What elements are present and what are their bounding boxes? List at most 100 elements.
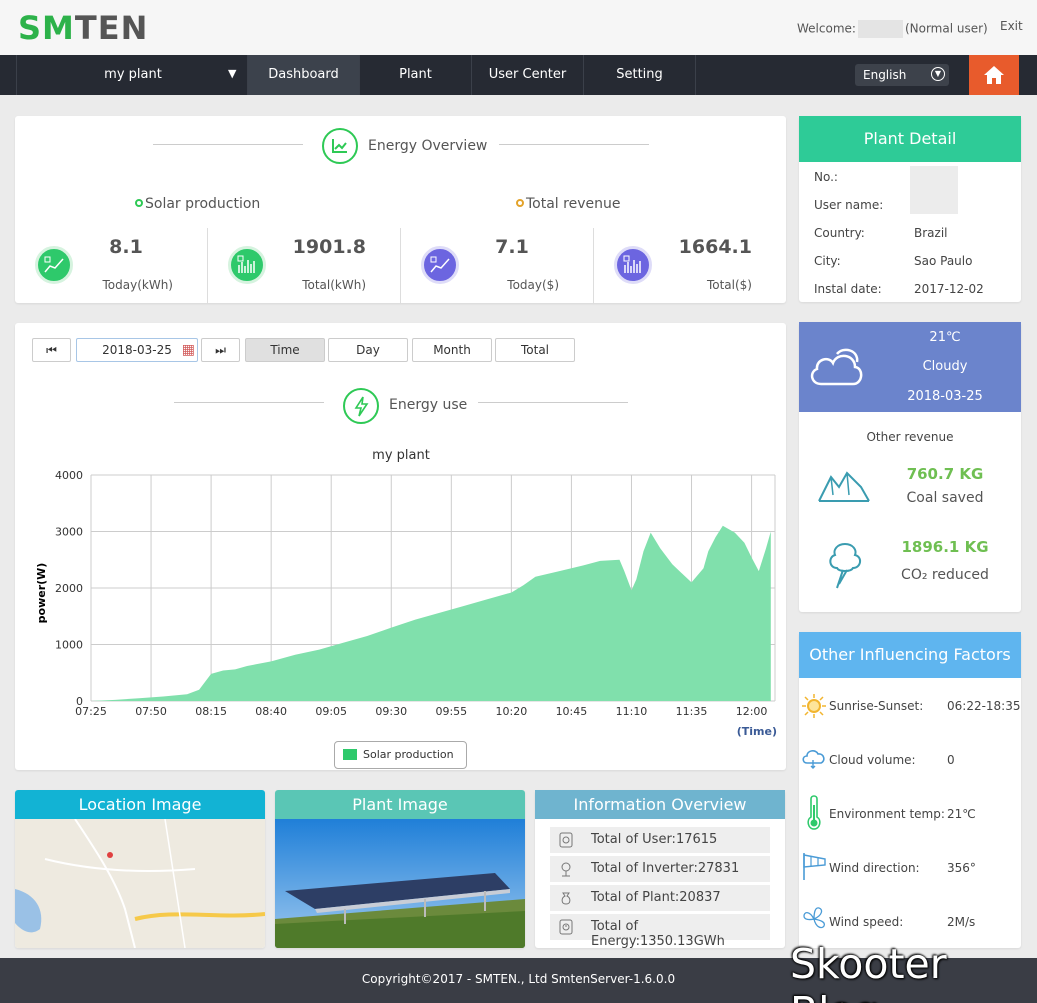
city-value: Sao Paulo	[914, 254, 973, 268]
x-tick-label: 08:15	[195, 705, 227, 718]
country-value: Brazil	[914, 226, 948, 240]
x-axis-label: (Time)	[737, 725, 777, 738]
instal-date-value: 2017-12-02	[914, 282, 984, 296]
nav-user-center[interactable]: User Center	[472, 55, 584, 95]
location-map[interactable]	[15, 819, 265, 948]
y-axis-label: power(W)	[35, 563, 48, 624]
total-revenue-label: Total revenue	[526, 196, 621, 212]
language-select[interactable]: English ▼	[855, 64, 949, 86]
solar-today-icon	[35, 246, 73, 284]
fan-icon	[803, 907, 826, 929]
wind-direction-label: Wind direction:	[829, 861, 920, 875]
y-tick-label: 1000	[55, 639, 83, 652]
money-bag-icon	[561, 892, 571, 905]
chart-legend[interactable]: Solar production	[334, 741, 467, 769]
inverter-icon	[561, 862, 571, 877]
legend-label: Solar production	[363, 748, 454, 761]
user-doc-icon	[559, 832, 573, 848]
revenue-today-value: 7.1	[495, 236, 529, 258]
cloud-icon	[810, 348, 863, 386]
nav-plant[interactable]: Plant	[360, 55, 472, 95]
logo-text-part1: SM	[18, 9, 75, 47]
x-tick-label: 08:40	[255, 705, 287, 718]
logo-text-part2: TEN	[74, 9, 149, 47]
energy-chart: my plant 0100020003000400007:25 07:50 08:1…	[35, 448, 777, 738]
chart-title: my plant	[372, 448, 430, 463]
co2-reduced-value: 1896.1 KG	[901, 538, 989, 556]
windsock-icon	[803, 853, 826, 880]
user-role: (Normal user)	[904, 21, 988, 36]
environment-temp-value: 21℃	[947, 807, 976, 821]
dropdown-arrow-icon: ▼	[228, 67, 237, 80]
redacted-box	[910, 166, 958, 214]
tree-co2-icon	[829, 542, 861, 589]
energy-use-card: ⏮ 2018-03-25 ▦ ⏭ Time Day Month Total En…	[15, 323, 786, 770]
co2-reduced-label: CO₂ reduced	[901, 567, 989, 583]
revenue-today-icon	[421, 246, 459, 284]
plant-select[interactable]: my plant ▼	[16, 55, 248, 95]
country-label: Country:	[814, 226, 865, 240]
divider	[153, 144, 303, 145]
plant-no-label: No.:	[814, 170, 838, 184]
smten-logo[interactable]: SMTEN	[18, 9, 148, 47]
wind-speed-value: 2M/s	[947, 915, 976, 929]
info-row-users: Total of User:17615	[550, 827, 770, 853]
chart-trend-icon	[322, 128, 358, 164]
cloud-rain-icon	[802, 750, 825, 769]
plant-detail-card: Plant Detail No.: User name: Country: Br…	[799, 116, 1021, 302]
weather-date: 2018-03-25	[907, 389, 983, 404]
y-tick-label: 3000	[55, 526, 83, 539]
solar-today-unit: Today(kWh)	[102, 278, 174, 292]
energy-overview-title: Energy Overview	[368, 138, 488, 154]
info-row-inverters: Total of Inverter:27831	[550, 856, 770, 882]
username-redacted	[857, 20, 903, 38]
x-tick-label: 11:35	[676, 705, 708, 718]
influencing-factors-card: Other Influencing Factors Sunrise-Sunset…	[799, 632, 1021, 948]
stat-revenue-today: 7.1 Today($)	[401, 228, 593, 304]
plant-detail-title: Plant Detail	[799, 116, 1021, 162]
total-revenue-heading: Total revenue	[516, 196, 620, 212]
x-tick-label: 12:00	[736, 705, 768, 718]
location-image-title: Location Image	[15, 790, 265, 819]
solar-production-heading: Solar production	[135, 196, 260, 212]
coal-saved-label: Coal saved	[906, 490, 984, 506]
plant-photo[interactable]	[275, 819, 525, 948]
nav-dashboard[interactable]: Dashboard	[248, 55, 360, 95]
thermometer-icon	[807, 795, 821, 830]
x-tick-label: 09:05	[315, 705, 347, 718]
chevron-down-circle-icon: ▼	[931, 67, 945, 81]
solar-total-icon	[228, 246, 266, 284]
wind-speed-label: Wind speed:	[829, 915, 904, 929]
other-revenue-label: Other revenue	[866, 430, 954, 444]
solar-today-value: 8.1	[109, 236, 143, 258]
wind-direction-value: 356°	[947, 861, 976, 875]
stat-revenue-total: 1664.1 Total($)	[594, 228, 786, 304]
info-energy-text: Total of Energy:1350.13GWh	[591, 919, 725, 949]
stat-solar-today: 8.1 Today(kWh)	[15, 228, 207, 304]
watermark-text: Skooter Blog	[790, 940, 947, 1003]
nav-setting[interactable]: Setting	[584, 55, 696, 95]
weather-condition: Cloudy	[922, 359, 968, 374]
x-tick-label: 10:20	[496, 705, 528, 718]
info-row-energy: Total of Energy:1350.13GWh	[550, 914, 770, 949]
solar-total-unit: Total(kWh)	[302, 278, 366, 292]
x-tick-label: 07:50	[135, 705, 167, 718]
info-inverters-text: Total of Inverter:27831	[591, 861, 740, 876]
cloud-volume-value: 0	[947, 753, 955, 767]
energy-meter-icon	[559, 919, 573, 935]
x-tick-label: 09:55	[435, 705, 467, 718]
coal-saved-value: 760.7 KG	[906, 465, 984, 483]
solar-production-area	[91, 525, 771, 701]
home-button[interactable]	[969, 55, 1019, 95]
x-tick-label: 09:30	[375, 705, 407, 718]
plant-image-card: Plant Image	[275, 790, 525, 948]
revenue-total-unit: Total($)	[706, 278, 752, 292]
welcome-text: Welcome: (Normal user)	[797, 20, 988, 38]
plant-image-title: Plant Image	[275, 790, 525, 819]
mountain-coal-icon	[818, 471, 870, 502]
divider	[499, 144, 649, 145]
info-row-plants: Total of Plant:20837	[550, 885, 770, 911]
environment-temp-label: Environment temp:	[829, 807, 945, 821]
exit-link[interactable]: Exit	[1000, 19, 1023, 33]
x-tick-label: 10:45	[556, 705, 588, 718]
